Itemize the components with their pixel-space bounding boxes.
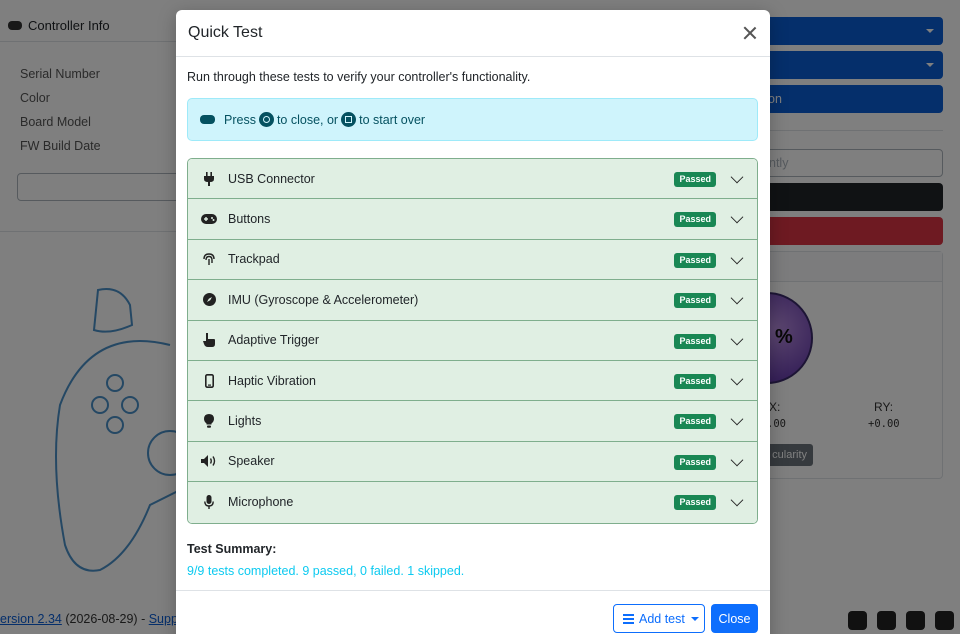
status-badge: Passed bbox=[674, 172, 716, 187]
test-label: Adaptive Trigger bbox=[228, 333, 320, 348]
test-label: USB Connector bbox=[228, 171, 315, 186]
chevron-down-icon bbox=[730, 291, 744, 305]
modal-footer: Add test Close bbox=[176, 590, 770, 634]
list-icon bbox=[623, 613, 634, 624]
test-item-haptic-vibration[interactable]: Haptic Vibration Passed bbox=[188, 360, 757, 402]
test-label: Speaker bbox=[228, 454, 275, 469]
test-label: Microphone bbox=[228, 495, 294, 510]
gamepad-icon bbox=[200, 212, 218, 226]
status-badge: Passed bbox=[674, 333, 716, 349]
chevron-down-icon bbox=[730, 251, 744, 265]
test-item-usb-connector[interactable]: USB Connector Passed bbox=[188, 159, 757, 200]
add-test-label: Add test bbox=[639, 611, 685, 626]
test-item-microphone[interactable]: Microphone Passed bbox=[188, 482, 757, 523]
close-icon[interactable] bbox=[740, 23, 760, 43]
test-label: Buttons bbox=[228, 212, 271, 227]
caret-down-icon bbox=[690, 616, 699, 621]
add-test-button[interactable]: Add test bbox=[613, 604, 705, 633]
status-badge: Passed bbox=[674, 495, 716, 511]
plug-icon bbox=[200, 171, 218, 186]
circle-button-icon bbox=[258, 112, 274, 127]
test-item-imu[interactable]: IMU (Gyroscope & Accelerometer) Passed bbox=[188, 280, 757, 321]
chevron-down-icon bbox=[730, 170, 744, 184]
fingerprint-icon bbox=[200, 252, 218, 266]
test-item-adaptive-trigger[interactable]: Adaptive Trigger Passed bbox=[188, 320, 757, 361]
status-badge: Passed bbox=[674, 212, 716, 228]
hand-pointer-icon bbox=[200, 333, 218, 348]
lightbulb-icon bbox=[200, 414, 218, 428]
test-label: IMU (Gyroscope & Accelerometer) bbox=[228, 292, 419, 307]
test-label: Haptic Vibration bbox=[228, 373, 317, 388]
status-badge: Passed bbox=[674, 252, 716, 268]
chevron-down-icon bbox=[730, 412, 744, 426]
chevron-down-icon bbox=[730, 453, 744, 467]
alert-close-text: to close, or bbox=[276, 112, 339, 127]
test-summary-text: 9/9 tests completed. 9 passed, 0 failed.… bbox=[187, 564, 465, 578]
test-label: Lights bbox=[228, 414, 262, 429]
compass-icon bbox=[200, 293, 218, 307]
status-badge: Passed bbox=[674, 414, 716, 430]
status-badge: Passed bbox=[674, 293, 716, 309]
modal-intro-text: Run through these tests to verify your c… bbox=[187, 70, 531, 84]
alert-start-over-text: to start over bbox=[359, 112, 426, 127]
quick-test-modal: Quick Test Run through these tests to ve… bbox=[176, 10, 770, 634]
test-label: Trackpad bbox=[228, 252, 280, 267]
volume-icon bbox=[200, 454, 218, 468]
test-item-lights[interactable]: Lights Passed bbox=[188, 401, 757, 442]
chevron-down-icon bbox=[730, 372, 744, 386]
modal-title: Quick Test bbox=[188, 24, 263, 41]
test-summary-title: Test Summary: bbox=[187, 542, 277, 556]
mobile-icon bbox=[200, 373, 218, 388]
chevron-down-icon bbox=[730, 493, 744, 507]
microphone-icon bbox=[200, 495, 218, 510]
status-badge: Passed bbox=[674, 454, 716, 470]
test-item-speaker[interactable]: Speaker Passed bbox=[188, 441, 757, 483]
modal-header: Quick Test bbox=[176, 10, 770, 57]
chevron-down-icon bbox=[730, 211, 744, 224]
instruction-alert: Press to close, or to start over bbox=[187, 98, 758, 141]
test-item-buttons[interactable]: Buttons Passed bbox=[188, 199, 757, 240]
close-button[interactable]: Close bbox=[711, 604, 758, 633]
chevron-down-icon bbox=[730, 332, 744, 345]
gamepad-icon bbox=[200, 115, 215, 124]
tests-accordion: USB Connector Passed Buttons Passed Trac… bbox=[187, 158, 758, 524]
alert-press-text: Press bbox=[224, 112, 256, 127]
test-item-trackpad[interactable]: Trackpad Passed bbox=[188, 239, 757, 281]
status-badge: Passed bbox=[674, 373, 716, 389]
square-button-icon bbox=[341, 112, 357, 127]
